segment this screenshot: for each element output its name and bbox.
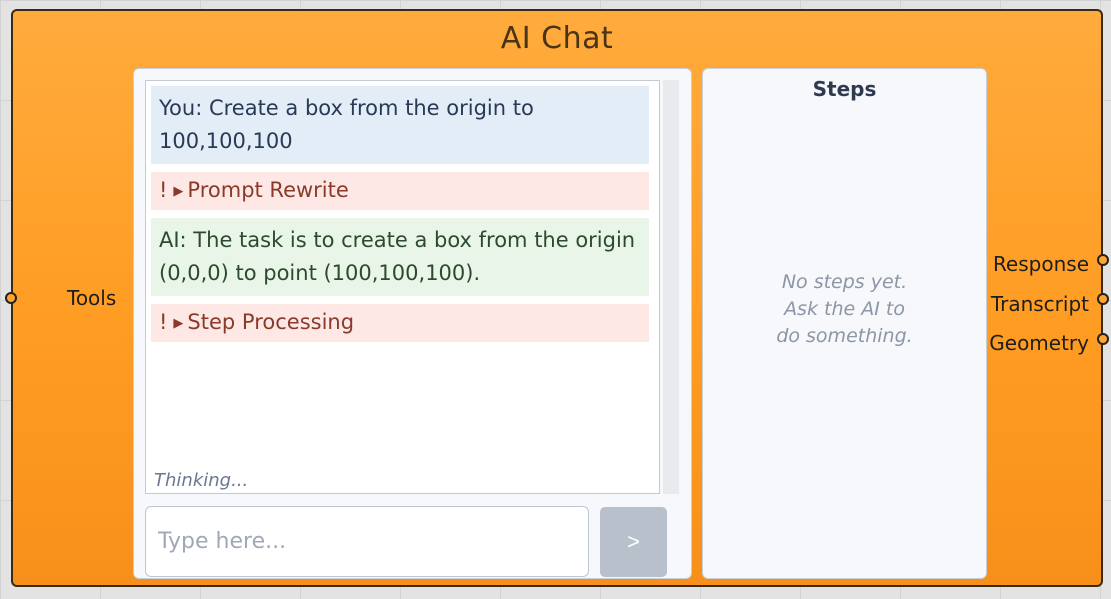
output-grip-icon[interactable] [1097, 293, 1109, 305]
step-message-prompt-rewrite[interactable]: ! ▶ Prompt Rewrite [151, 172, 649, 210]
step-label: Prompt Rewrite [187, 178, 349, 202]
thinking-status: Thinking... [154, 470, 249, 491]
steps-title: Steps [812, 77, 877, 101]
empty-line: Ask the AI to [784, 298, 905, 320]
output-param-response[interactable]: Response [989, 245, 1089, 285]
ai-message: AI: The task is to create a box from the… [151, 218, 649, 296]
warning-marker: ! [159, 178, 168, 202]
step-label: Step Processing [187, 310, 355, 334]
ai-chat-component[interactable]: AI Chat Tools Response Transcript Geomet… [5, 9, 1109, 587]
user-message: You: Create a box from the origin to 100… [151, 86, 649, 164]
input-param-tools[interactable]: Tools [67, 286, 116, 310]
warning-marker: ! [159, 310, 168, 334]
output-params: Response Transcript Geometry [989, 245, 1089, 364]
expand-triangle-icon[interactable]: ▶ [173, 316, 183, 331]
chat-panel: You: Create a box from the origin to 100… [133, 68, 692, 579]
message-input[interactable] [145, 506, 589, 577]
empty-line: do something. [776, 325, 913, 347]
output-param-transcript[interactable]: Transcript [989, 285, 1089, 325]
input-grip-icon[interactable] [5, 292, 17, 304]
steps-panel: Steps No steps yet. Ask the AI to do som… [702, 68, 987, 579]
output-grip-icon[interactable] [1097, 254, 1109, 266]
output-param-geometry[interactable]: Geometry [989, 324, 1089, 364]
chat-messages[interactable]: You: Create a box from the origin to 100… [145, 80, 660, 494]
expand-triangle-icon[interactable]: ▶ [173, 184, 183, 199]
component-title: AI Chat [500, 21, 614, 56]
empty-line: No steps yet. [781, 271, 908, 293]
chat-scrollbar[interactable] [663, 80, 679, 494]
step-message-step-processing[interactable]: ! ▶ Step Processing [151, 304, 649, 342]
output-grip-icon[interactable] [1097, 333, 1109, 345]
send-button[interactable]: > [600, 507, 667, 577]
steps-empty-message: No steps yet. Ask the AI to do something… [703, 269, 986, 350]
